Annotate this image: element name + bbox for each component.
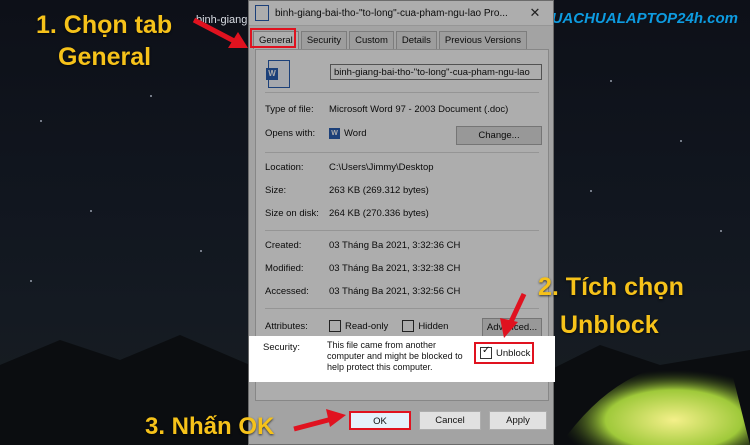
modified-row: Modified: 03 Tháng Ba 2021, 3:32:38 CH [265,263,460,274]
modified-label: Modified: [265,263,304,274]
brand-text: SUACHUALAPTOP24h.com [541,9,738,27]
location-row: Location: C:\Users\Jimmy\Desktop [265,162,434,173]
size-value: 263 KB (269.312 bytes) [329,185,429,196]
divider [265,152,539,153]
close-button[interactable]: ✕ [523,5,547,21]
filename-field[interactable]: binh-giang-bai-tho-"to-long"-cua-pham-ng… [330,64,542,80]
type-label: Type of file: [265,104,314,115]
star [720,230,722,232]
star [680,140,682,142]
properties-dialog: binh-giang-bai-tho-"to-long"-cua-pham-ng… [248,0,555,445]
unblock-label: Unblock [496,347,531,359]
star [200,250,202,252]
word-doc-icon [255,5,269,21]
accessed-row: Accessed: 03 Tháng Ba 2021, 3:32:56 CH [265,286,460,297]
glowing-tent [560,361,750,445]
size-row: Size: 263 KB (269.312 bytes) [265,185,429,196]
ok-button[interactable]: OK [349,411,411,430]
star [90,210,92,212]
step3-arrow-icon [293,409,346,432]
tab-details[interactable]: Details [395,31,437,49]
opens-value: Word [344,128,367,139]
divider [265,230,539,231]
cancel-button[interactable]: Cancel [419,411,481,430]
unblock-highlight: Unblock [474,342,534,364]
type-row: Type of file: Microsoft Word 97 - 2003 D… [265,104,508,115]
size-on-disk-row: Size on disk: 264 KB (270.336 bytes) [265,208,429,219]
created-row: Created: 03 Tháng Ba 2021, 3:32:36 CH [265,240,460,251]
size-label: Size: [265,185,287,196]
created-label: Created: [265,240,302,251]
step1-arrow-icon [192,17,248,48]
step2-label: 2. Tích chọn [538,273,684,301]
star [40,120,42,122]
general-tab-highlight [250,28,296,48]
attributes-row: Attributes: Read-only Hidden [265,320,448,332]
dialog-title: binh-giang-bai-tho-"to-long"-cua-pham-ng… [275,7,508,19]
step3-label: 3. Nhấn OK [145,413,275,440]
star [150,95,152,97]
word-app-icon: W [329,128,340,139]
star [610,80,612,82]
apply-button[interactable]: Apply [489,411,547,430]
step2-label-line2: Unblock [560,311,659,339]
tab-custom[interactable]: Custom [349,31,394,49]
type-value: Microsoft Word 97 - 2003 Document (.doc) [329,104,509,115]
hidden-label: Hidden [418,320,449,332]
divider [265,92,539,93]
star [30,280,32,282]
modified-value: 03 Tháng Ba 2021, 3:32:38 CH [329,263,461,274]
size-on-disk-value: 264 KB (270.336 bytes) [329,208,429,219]
size-on-disk-label: Size on disk: [265,208,319,219]
unblock-checkbox[interactable] [480,345,492,359]
step1-label: 1. Chọn tab [36,11,173,39]
readonly-checkbox[interactable] [329,320,341,332]
created-value: 03 Tháng Ba 2021, 3:32:36 CH [329,240,461,251]
step2-arrow-icon [500,292,527,338]
word-file-icon [266,60,290,88]
accessed-label: Accessed: [265,286,309,297]
location-value: C:\Users\Jimmy\Desktop [329,162,434,173]
title-bar[interactable]: binh-giang-bai-tho-"to-long"-cua-pham-ng… [249,1,553,26]
step1-label-line2: General [58,43,152,71]
security-row: Security: [263,342,327,353]
opens-row: Opens with: W Word [265,128,367,139]
accessed-value: 03 Tháng Ba 2021, 3:32:56 CH [329,286,461,297]
tab-security[interactable]: Security [300,31,348,49]
attributes-label: Attributes: [265,320,308,332]
tab-previous-versions[interactable]: Previous Versions [438,31,527,49]
hidden-checkbox[interactable] [402,320,415,332]
security-label: Security: [263,342,300,353]
readonly-label: Read-only [345,320,389,332]
security-panel: Security: This file came from another co… [249,336,555,382]
opens-label: Opens with: [265,128,316,139]
change-button[interactable]: Change... [456,126,542,145]
security-message: This file came from another computer and… [327,340,463,372]
location-label: Location: [265,162,304,173]
star [590,190,592,192]
